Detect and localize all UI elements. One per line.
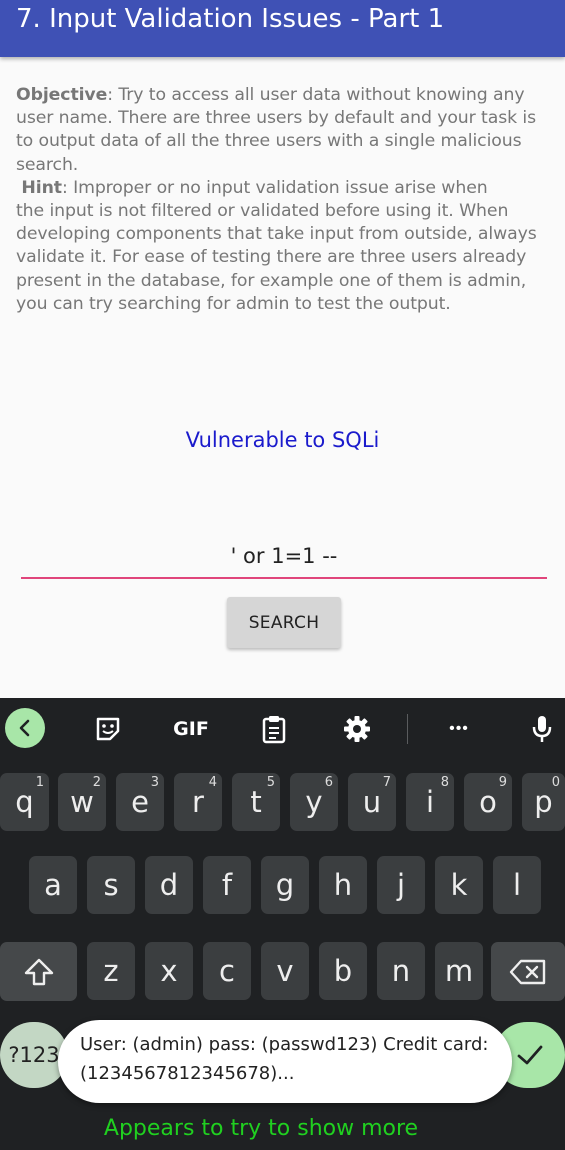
backspace-icon bbox=[509, 959, 546, 984]
key-z[interactable]: z bbox=[87, 942, 135, 1000]
key-q[interactable]: q1 bbox=[0, 773, 49, 831]
key-y[interactable]: y6 bbox=[290, 773, 338, 831]
description: Objective: Try to access all user data w… bbox=[16, 84, 556, 316]
search-button[interactable]: SEARCH bbox=[227, 597, 341, 648]
hint-line-3: developing components that take input fr… bbox=[16, 224, 537, 245]
clipboard-button[interactable] bbox=[259, 712, 289, 746]
shift-key[interactable] bbox=[0, 942, 77, 1001]
key-n[interactable]: n bbox=[377, 942, 425, 1000]
hint-line-6: you can try searching for admin to test … bbox=[16, 293, 451, 314]
shift-icon bbox=[24, 958, 53, 985]
key-k[interactable]: k bbox=[435, 856, 483, 914]
objective-line-1: Objective: Try to access all user data w… bbox=[16, 85, 525, 105]
key-d[interactable]: d bbox=[145, 856, 193, 914]
search-input[interactable]: ' or 1=1 -- bbox=[21, 538, 547, 579]
key-r[interactable]: r4 bbox=[174, 773, 222, 831]
key-c[interactable]: c bbox=[203, 942, 251, 1000]
more-button[interactable]: ••• bbox=[440, 716, 478, 742]
key-x[interactable]: x bbox=[145, 942, 193, 1000]
key-f[interactable]: f bbox=[203, 856, 251, 914]
key-l[interactable]: l bbox=[493, 856, 541, 914]
key-t[interactable]: t5 bbox=[232, 773, 280, 831]
backspace-key[interactable] bbox=[491, 942, 565, 1001]
sticker-button[interactable] bbox=[92, 712, 124, 746]
key-o[interactable]: o9 bbox=[464, 773, 512, 831]
objective-line-4: search. bbox=[16, 154, 79, 175]
result-toast: User: (admin) pass: (passwd123) Credit c… bbox=[58, 1020, 512, 1103]
objective-label: Objective bbox=[16, 85, 108, 105]
key-v[interactable]: v bbox=[261, 942, 309, 1000]
toolbar-divider bbox=[407, 714, 408, 744]
key-h[interactable]: h bbox=[319, 856, 367, 914]
key-b[interactable]: b bbox=[319, 942, 367, 1000]
app-bar: 7. Input Validation Issues - Part 1 bbox=[0, 0, 565, 57]
objective-line-3: to output data of all the three users wi… bbox=[16, 131, 522, 152]
hint-line-1: Hint: Improper or no input validation is… bbox=[21, 177, 488, 198]
hint-line-2: the input is not filtered or validated b… bbox=[16, 201, 509, 222]
key-g[interactable]: g bbox=[261, 856, 309, 914]
key-u[interactable]: u7 bbox=[348, 773, 396, 831]
hint-line-5: present in the database, for example one… bbox=[16, 270, 527, 291]
sticker-icon bbox=[96, 717, 120, 741]
settings-button[interactable] bbox=[341, 712, 373, 746]
hint-label: Hint bbox=[21, 177, 62, 198]
toast-line-1: User: (admin) pass: (passwd123) Credit c… bbox=[80, 1034, 489, 1055]
key-m[interactable]: m bbox=[435, 942, 483, 1000]
annotation-text: Appears to try to show more bbox=[103, 1116, 419, 1141]
hint-line-4: validate it. For ease of testing there a… bbox=[16, 247, 527, 268]
key-a[interactable]: a bbox=[29, 856, 77, 914]
key-j[interactable]: j bbox=[377, 856, 425, 914]
toast-line-2: (1234567812345678)... bbox=[80, 1063, 295, 1084]
key-i[interactable]: i8 bbox=[406, 773, 454, 831]
key-e[interactable]: e3 bbox=[116, 773, 164, 831]
vulnerability-label: Vulnerable to SQLi bbox=[185, 428, 380, 452]
key-w[interactable]: w2 bbox=[58, 773, 106, 831]
gif-button[interactable]: GIF bbox=[170, 716, 212, 742]
gear-icon bbox=[344, 716, 370, 742]
page-title: 7. Input Validation Issues - Part 1 bbox=[16, 4, 445, 34]
microphone-icon bbox=[532, 716, 552, 742]
key-s[interactable]: s bbox=[87, 856, 135, 914]
keyboard-back-button[interactable] bbox=[5, 708, 45, 748]
objective-line-2: user name. There are three users by defa… bbox=[16, 108, 537, 129]
key-p[interactable]: p0 bbox=[522, 773, 565, 831]
checkmark-icon bbox=[517, 1045, 542, 1065]
clipboard-icon bbox=[262, 716, 286, 744]
microphone-button[interactable] bbox=[528, 712, 556, 746]
chevron-left-icon bbox=[19, 719, 30, 737]
